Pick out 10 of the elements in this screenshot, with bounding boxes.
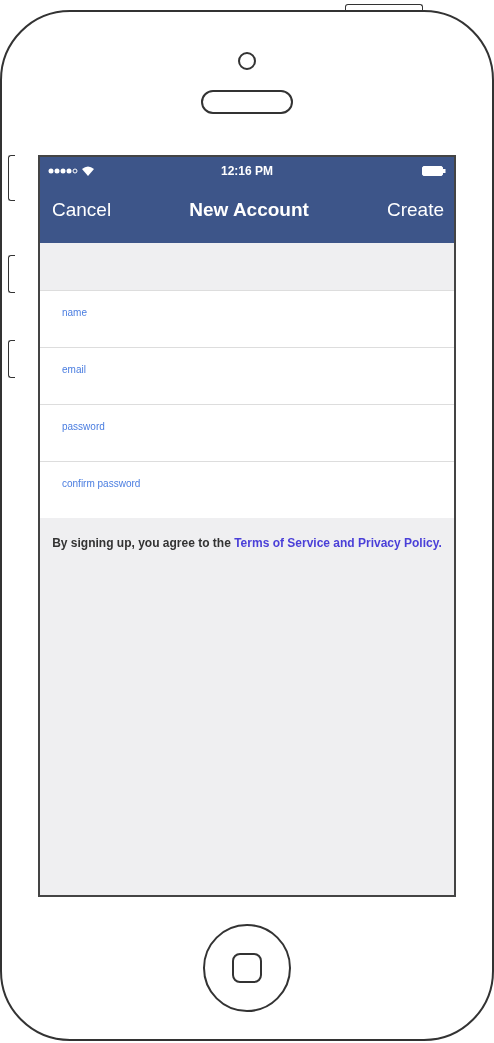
terms-link[interactable]: Terms of Service and Privacy Policy. [234,536,442,550]
screen-title: New Account [189,199,309,221]
status-time: 12:16 PM [221,164,273,178]
signal-icon [48,168,78,174]
terms-notice: By signing up, you agree to the Terms of Service and Privacy Policy. [51,536,443,551]
battery-icon [422,166,446,176]
create-button[interactable]: Create [384,197,446,223]
wifi-icon [82,166,94,176]
cancel-button[interactable]: Cancel [50,197,114,223]
camera-icon [238,52,256,70]
